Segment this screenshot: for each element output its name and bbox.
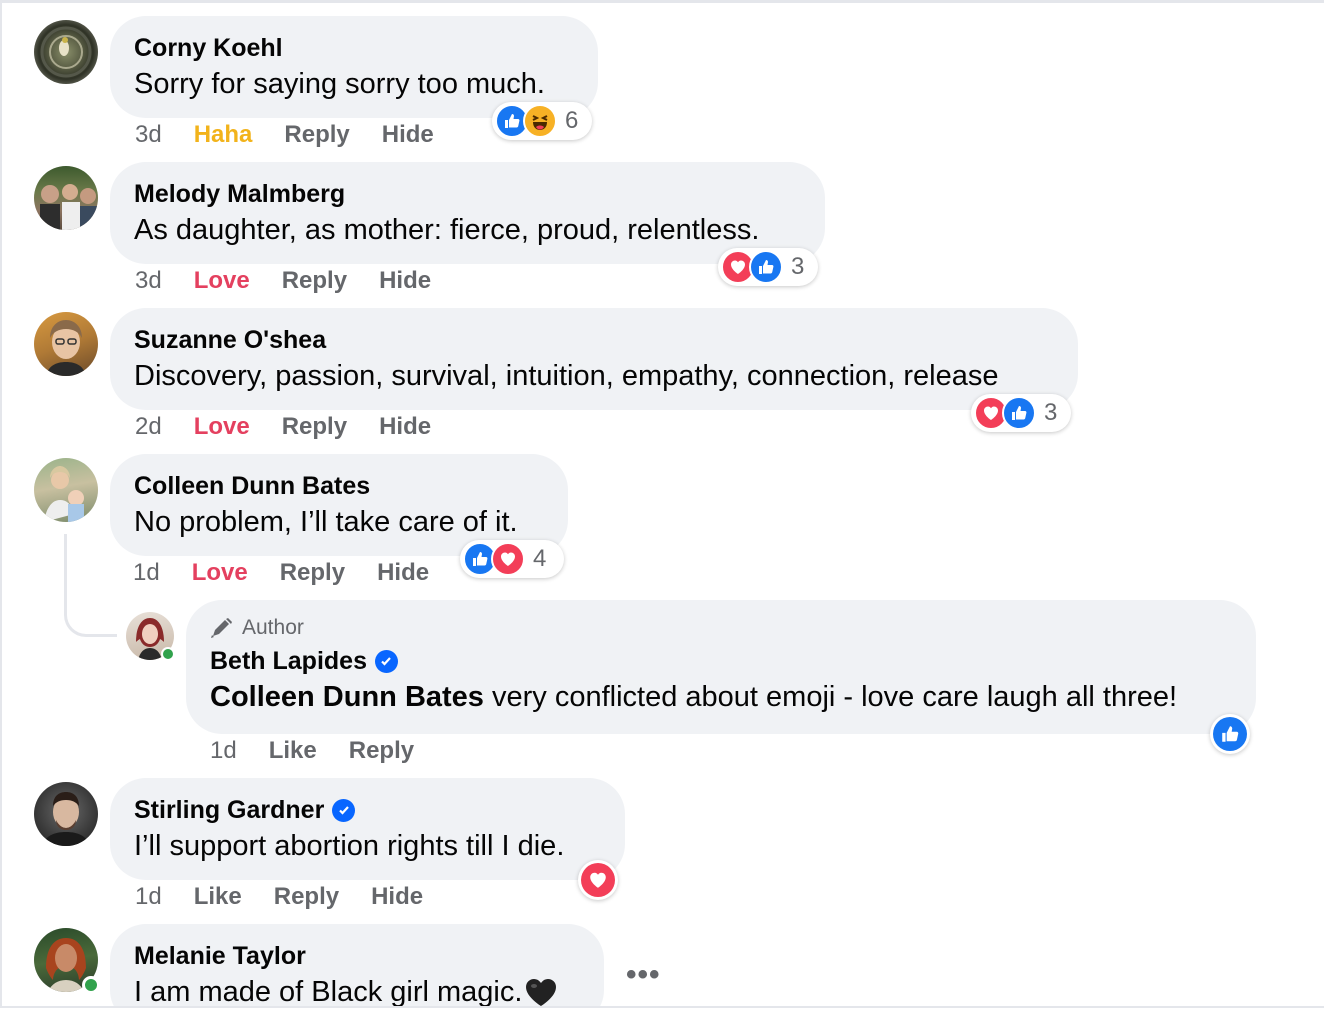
like-icon: [1002, 396, 1036, 430]
reply-button[interactable]: Reply: [274, 883, 339, 911]
comment-actions: 1d Love Reply Hide: [133, 559, 429, 587]
reaction-count: 4: [533, 545, 547, 572]
reaction-count: 6: [565, 107, 579, 134]
comment-actions: 1d Like Reply Hide: [135, 883, 423, 911]
timestamp[interactable]: 1d: [133, 559, 160, 587]
reaction-count: 3: [791, 253, 805, 280]
mention-link[interactable]: Colleen Dunn Bates: [210, 681, 484, 713]
like-button[interactable]: Like: [194, 883, 242, 911]
comment-text: I am made of Black girl magic.: [134, 974, 580, 1010]
reaction-button[interactable]: Haha: [194, 121, 253, 149]
author-badge-label: Author: [242, 616, 304, 639]
comment-bubble: Stirling Gardner I’ll support abortion r…: [110, 778, 625, 880]
hide-button[interactable]: Hide: [379, 267, 431, 295]
more-options-button[interactable]: •••: [626, 958, 661, 992]
avatar[interactable]: [34, 928, 100, 994]
love-icon: [581, 863, 615, 897]
comment-actions: 3d Love Reply Hide: [135, 267, 431, 295]
avatar[interactable]: [126, 612, 175, 661]
avatar[interactable]: [34, 312, 98, 376]
reaction-summary[interactable]: 6: [492, 102, 592, 140]
bottom-edge: [0, 1006, 1324, 1030]
comment-bubble: Suzanne O'shea Discovery, passion, survi…: [110, 308, 1078, 410]
hide-button[interactable]: Hide: [377, 559, 429, 587]
reply-button[interactable]: Reply: [280, 559, 345, 587]
like-icon: [749, 250, 783, 284]
avatar[interactable]: [34, 20, 98, 84]
reaction-summary[interactable]: [1210, 714, 1250, 754]
commenter-name[interactable]: Stirling Gardner: [134, 795, 601, 825]
reaction-button[interactable]: Love: [194, 267, 250, 295]
reply-thread-line: [64, 534, 117, 637]
commenter-name[interactable]: Suzanne O'shea: [134, 325, 1054, 355]
black-heart-icon: [526, 979, 557, 1006]
avatar[interactable]: [34, 782, 98, 846]
reaction-summary[interactable]: 4: [460, 540, 564, 578]
author-badge: Author: [210, 616, 1232, 640]
love-icon: [491, 542, 525, 576]
reply-button[interactable]: Reply: [284, 121, 349, 149]
online-status-dot: [161, 647, 175, 661]
hide-button[interactable]: Hide: [379, 413, 431, 441]
comment-text: No problem, I’ll take care of it.: [134, 506, 518, 538]
commenter-name[interactable]: Beth Lapides: [210, 646, 1232, 676]
commenter-name[interactable]: Corny Koehl: [134, 33, 574, 63]
comment-text: As daughter, as mother: fierce, proud, r…: [134, 214, 760, 246]
comment-text: Discovery, passion, survival, intuition,…: [134, 360, 999, 392]
reply-bubble: Author Beth Lapides Colleen Dunn Bates v…: [186, 600, 1256, 734]
like-icon: [1213, 717, 1247, 751]
reply-button[interactable]: Reply: [349, 737, 414, 765]
timestamp[interactable]: 2d: [135, 413, 162, 441]
commenter-name[interactable]: Melody Malmberg: [134, 179, 801, 209]
reply-text: Colleen Dunn Bates very conflicted about…: [210, 681, 1178, 713]
timestamp[interactable]: 1d: [210, 737, 237, 765]
like-button[interactable]: Like: [269, 737, 317, 765]
pen-icon: [211, 618, 232, 638]
timestamp[interactable]: 3d: [135, 267, 162, 295]
reaction-button[interactable]: Love: [192, 559, 248, 587]
hide-button[interactable]: Hide: [382, 121, 434, 149]
reaction-count: 3: [1044, 399, 1058, 426]
timestamp[interactable]: 3d: [135, 121, 162, 149]
comment-text: Sorry for saying sorry too much.: [134, 68, 545, 100]
verified-badge-icon: [374, 649, 398, 673]
avatar[interactable]: [34, 458, 98, 522]
reaction-summary[interactable]: [578, 860, 618, 900]
hide-button[interactable]: Hide: [371, 883, 423, 911]
reply-actions: 1d Like Reply: [210, 737, 414, 765]
top-border: [0, 0, 1324, 3]
reaction-summary[interactable]: 3: [971, 394, 1071, 432]
haha-icon: [523, 104, 557, 138]
avatar[interactable]: [34, 166, 98, 230]
reply-button[interactable]: Reply: [282, 267, 347, 295]
commenter-name[interactable]: Melanie Taylor: [134, 941, 580, 971]
left-border: [0, 0, 2, 1028]
verified-badge-icon: [332, 798, 356, 822]
comment-actions: 2d Love Reply Hide: [135, 413, 431, 441]
timestamp[interactable]: 1d: [135, 883, 162, 911]
reaction-button[interactable]: Love: [194, 413, 250, 441]
comment-actions: 3d Haha Reply Hide: [135, 121, 434, 149]
online-status-dot: [82, 976, 100, 994]
commenter-name[interactable]: Colleen Dunn Bates: [134, 471, 544, 501]
reply-button[interactable]: Reply: [282, 413, 347, 441]
comment-bubble: Melody Malmberg As daughter, as mother: …: [110, 162, 825, 264]
reaction-summary[interactable]: 3: [718, 248, 818, 286]
comment-text: I’ll support abortion rights till I die.: [134, 830, 565, 862]
